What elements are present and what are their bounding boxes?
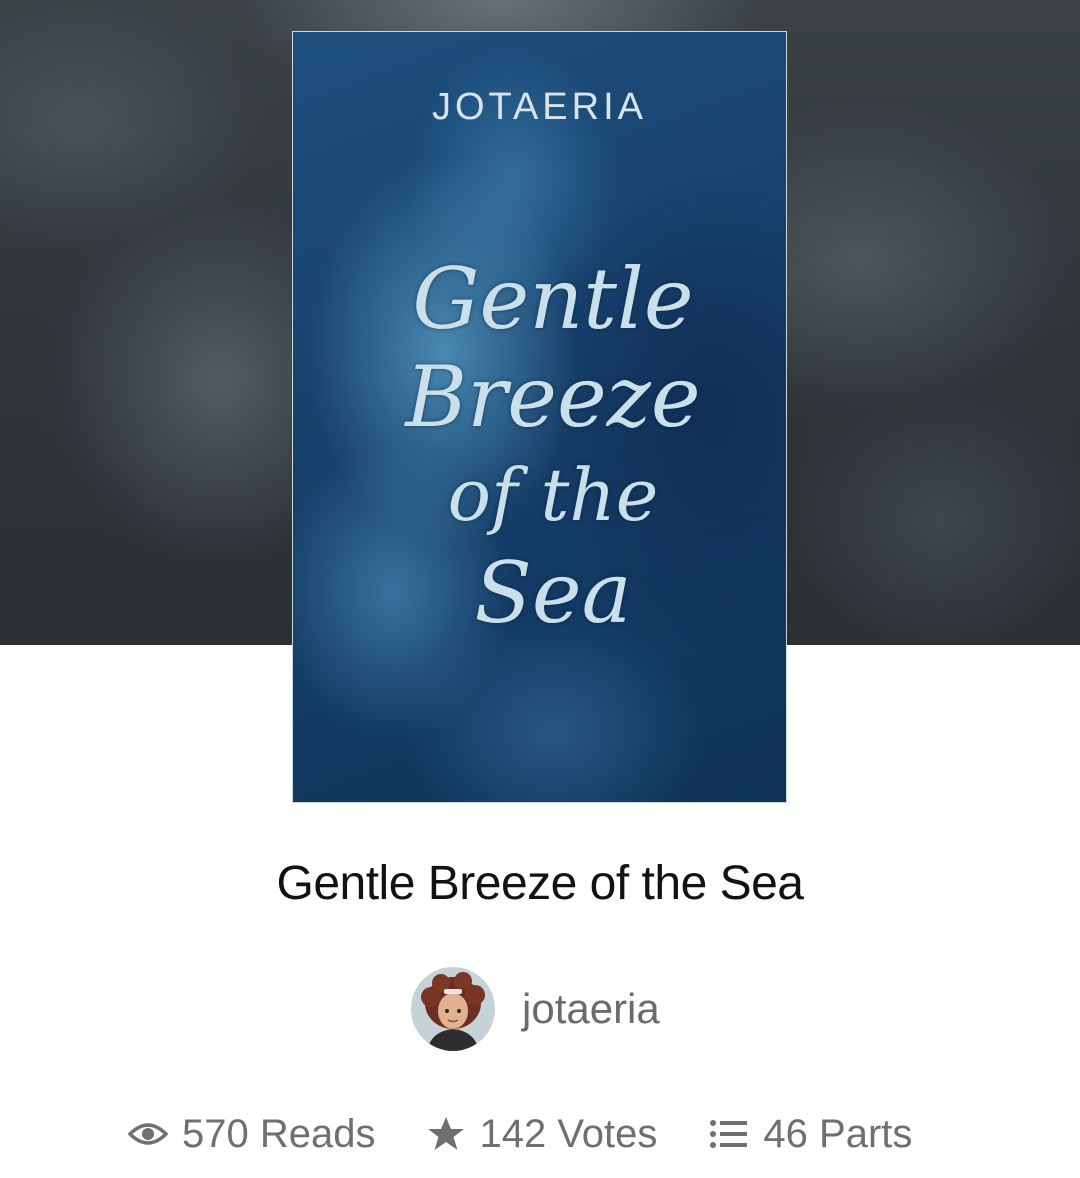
cover-title-line: Breeze xyxy=(405,348,701,446)
reads-stat: 570 Reads xyxy=(128,1112,375,1157)
cover-author-text: JOTAERIA xyxy=(432,86,647,128)
story-title: Gentle Breeze of the Sea xyxy=(276,857,804,910)
reads-count: 570 Reads xyxy=(182,1111,376,1156)
cover-title-line: Gentle xyxy=(412,250,694,348)
author-link[interactable]: jotaeria xyxy=(411,967,660,1051)
list-icon xyxy=(709,1118,749,1150)
votes-count: 142 Votes xyxy=(479,1111,658,1156)
eye-icon xyxy=(128,1119,168,1149)
cover-title-line: Sea xyxy=(474,544,632,642)
cover-title-script: Gentle Breeze of the Sea xyxy=(403,250,703,642)
author-name[interactable]: jotaeria xyxy=(522,985,660,1033)
star-icon xyxy=(427,1116,465,1152)
votes-stat: 142 Votes xyxy=(427,1112,657,1157)
parts-count: 46 Parts xyxy=(763,1111,913,1156)
cover-title-line: of the xyxy=(447,453,659,537)
avatar[interactable] xyxy=(411,967,495,1051)
story-stats: 570 Reads 142 Votes 46 Parts xyxy=(128,1108,912,1160)
book-cover[interactable]: JOTAERIA Gentle Breeze of the Sea xyxy=(292,31,787,803)
parts-stat: 46 Parts xyxy=(709,1112,912,1157)
